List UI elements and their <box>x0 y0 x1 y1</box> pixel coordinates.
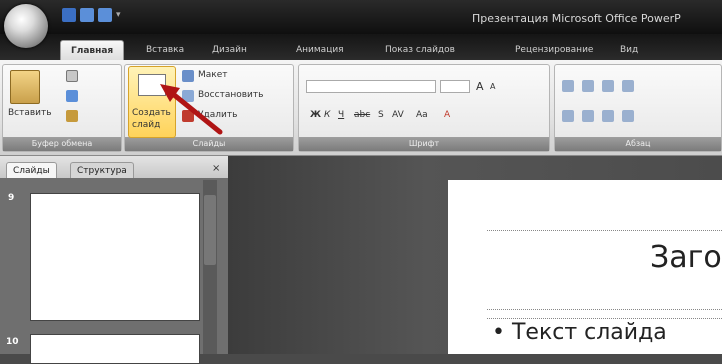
save-icon[interactable] <box>62 8 76 22</box>
undo-icon[interactable] <box>80 8 94 22</box>
copy-icon[interactable] <box>66 90 78 102</box>
clipboard-group-label: Буфер обмена <box>3 137 121 151</box>
tab-outline[interactable]: Структура <box>70 162 134 178</box>
font-name-field[interactable] <box>306 80 436 93</box>
slides-scroll-thumb[interactable] <box>204 195 216 265</box>
tab-slide-show[interactable]: Показ слайдов <box>385 40 455 60</box>
strikethrough-button[interactable]: abc <box>354 110 370 120</box>
tab-design[interactable]: Дизайн <box>212 40 247 60</box>
tab-view[interactable]: Вид <box>620 40 638 60</box>
slide-thumbnail[interactable] <box>30 334 200 364</box>
shadow-button[interactable]: S <box>378 110 384 120</box>
increase-indent-icon[interactable] <box>622 80 634 92</box>
paste-button-label[interactable]: Вставить <box>8 108 52 118</box>
format-painter-icon[interactable] <box>66 110 78 122</box>
redo-icon[interactable] <box>98 8 112 22</box>
paste-icon[interactable] <box>10 70 40 104</box>
close-pane-icon[interactable]: × <box>212 163 220 174</box>
align-center-icon[interactable] <box>582 110 594 122</box>
grow-font-icon[interactable]: A <box>476 80 484 93</box>
justify-icon[interactable] <box>622 110 634 122</box>
italic-button[interactable]: К <box>324 110 330 120</box>
window-title: Презентация Microsoft Office PowerP <box>472 12 681 25</box>
char-spacing-button[interactable]: AV <box>392 110 404 120</box>
slide-number: 9 <box>8 193 15 203</box>
pointer-arrow-icon <box>160 84 223 135</box>
font-group: Шрифт <box>298 64 550 152</box>
tab-review[interactable]: Рецензирование <box>515 40 593 60</box>
cut-icon[interactable] <box>66 70 78 82</box>
font-size-field[interactable] <box>440 80 470 93</box>
slide-thumbnail[interactable] <box>30 193 200 321</box>
bullet-marker: • <box>492 320 505 345</box>
layout-button-label[interactable]: Макет <box>198 70 228 80</box>
decrease-indent-icon[interactable] <box>602 80 614 92</box>
tab-home[interactable]: Главная <box>60 40 125 60</box>
office-button[interactable] <box>4 4 48 48</box>
align-left-icon[interactable] <box>562 110 574 122</box>
paragraph-group-label: Абзац <box>555 137 721 151</box>
bold-button[interactable]: Ж <box>310 110 321 120</box>
slide-title: Заго <box>650 240 722 275</box>
bullets-icon[interactable] <box>562 80 574 92</box>
qat-customize-icon[interactable]: ▾ <box>116 10 121 20</box>
slide-body-text: Текст слайда <box>511 320 667 345</box>
slide-body: • Текст слайда <box>492 320 667 345</box>
tab-animation[interactable]: Анимация <box>296 40 344 60</box>
underline-button[interactable]: Ч <box>338 110 344 120</box>
shrink-font-icon[interactable]: A <box>490 82 495 91</box>
paragraph-group: Абзац <box>554 64 722 152</box>
tab-insert[interactable]: Вставка <box>146 40 184 60</box>
change-case-button[interactable]: Aa <box>416 110 428 120</box>
font-group-label: Шрифт <box>299 137 549 151</box>
tab-slides[interactable]: Слайды <box>6 162 57 178</box>
slide-number: 10 <box>6 337 19 347</box>
numbering-icon[interactable] <box>582 80 594 92</box>
font-color-button[interactable]: A <box>444 110 450 120</box>
align-right-icon[interactable] <box>602 110 614 122</box>
